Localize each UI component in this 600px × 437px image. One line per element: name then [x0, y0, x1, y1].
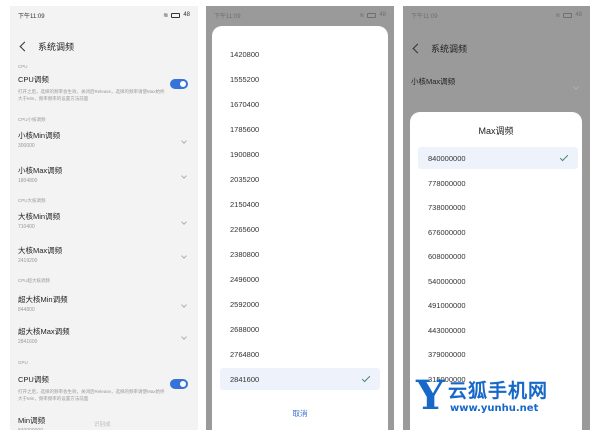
frequency-option[interactable]: 2150400 [230, 200, 259, 209]
gpu-toggle-title: CPU调频 [18, 375, 49, 384]
section-cpu: CPU [18, 64, 28, 69]
super-min-value: 844800 [18, 307, 35, 313]
bottom-hint: 识别成 [94, 422, 111, 428]
frequency-option[interactable]: 1900800 [230, 150, 259, 159]
frequency-option[interactable]: 608000000 [428, 252, 466, 261]
gpu-min-value: 840000000 [18, 428, 190, 430]
cpu-toggle-desc: 打开之后，选择的频率会生效，关闭后Release，选择的频率请使Max始终大于M… [18, 89, 165, 101]
settings-screen: 下午11:09 ≋ 48 系统调频 CPU CPU调频 打开之后，选择的频率会生效… [10, 6, 198, 430]
cancel-button[interactable]: 取消 [212, 408, 388, 419]
gpu-toggle-switch[interactable] [170, 379, 188, 389]
big-max-row[interactable]: 大核Max调频 2419200 [18, 245, 190, 264]
frequency-option[interactable]: 1670400 [230, 100, 259, 109]
back-arrow-icon[interactable] [412, 43, 423, 53]
cpu-toggle-switch[interactable] [170, 79, 188, 89]
super-max-value: 2841600 [18, 339, 38, 345]
back-arrow-icon[interactable] [19, 41, 30, 51]
site-watermark: Y 云狐手机网 www.yunhu.net [416, 372, 594, 426]
watermark-logo-letter: Y [416, 372, 445, 419]
frequency-option[interactable]: 443000000 [428, 326, 466, 335]
battery-icon [171, 12, 181, 18]
battery-level: 48 [575, 12, 582, 18]
section-super-core: CPU超大核调频 [18, 278, 51, 283]
frequency-option[interactable]: 2592000 [230, 300, 259, 309]
cpu-toggle-row[interactable]: CPU调频 打开之后，选择的频率会生效，关闭后Release，选择的频率请使Ma… [18, 74, 190, 102]
status-bar: 下午11:09 ≋ 48 [403, 6, 590, 24]
frequency-option[interactable]: 2035200 [230, 175, 259, 184]
page-header: 系统调频 [403, 36, 590, 60]
frequency-option[interactable]: 2380800 [230, 250, 259, 259]
frequency-option[interactable]: 2496000 [230, 275, 259, 284]
wifi-icon: ≋ [359, 12, 365, 19]
cpu-toggle-title: CPU调频 [18, 75, 49, 84]
page-title: 系统调频 [38, 41, 75, 52]
status-time: 下午11:09 [214, 13, 241, 20]
big-max-value: 2419200 [18, 258, 38, 264]
frequency-option[interactable]: 1785600 [230, 125, 259, 134]
super-min-title: 超大核Min调频 [18, 295, 68, 304]
frequency-option[interactable]: 540000000 [428, 277, 466, 286]
frequency-option[interactable]: 2764800 [230, 350, 259, 359]
battery-icon [367, 12, 377, 18]
super-min-row[interactable]: 超大核Min调频 844800 [18, 294, 190, 313]
small-min-value: 300000 [18, 143, 35, 149]
frequency-option[interactable]: 1555200 [230, 75, 259, 84]
super-max-title: 超大核Max调频 [18, 327, 70, 336]
status-bar: 下午11:09 ≋ 48 [206, 6, 394, 24]
dialog-title: Max调频 [478, 126, 514, 136]
small-max-title: 小核Max调频 [18, 166, 63, 175]
super-max-row[interactable]: 超大核Max调频 2841600 [18, 326, 190, 345]
wifi-icon: ≋ [163, 12, 169, 19]
watermark-brand: 云狐手机网 [448, 381, 549, 402]
frequency-dialog: 1420800 1555200 1670400 1785600 1900800 20352… [212, 26, 388, 430]
watermark-url: www.yunhu.net [450, 403, 539, 414]
frequency-option[interactable]: 778000000 [428, 179, 466, 188]
frequency-option[interactable]: 676000000 [428, 228, 466, 237]
big-max-title: 大核Max调频 [18, 246, 63, 255]
frequency-option[interactable]: 1420800 [230, 50, 259, 59]
wifi-icon: ≋ [555, 12, 561, 19]
frequency-option[interactable]: 840000000 [428, 154, 466, 163]
max-frequency-screen: 下午11:09 ≋ 48 系统调频 小核Max调频 1804800 Max调频 8… [403, 6, 590, 430]
small-min-row[interactable]: 小核Min调频 300000 [18, 130, 190, 149]
frequency-option[interactable]: 491000000 [428, 301, 466, 310]
small-max-row[interactable]: 小核Max调频 1804800 [18, 165, 190, 184]
frequency-option[interactable]: 2265600 [230, 225, 259, 234]
status-time: 下午11:09 [411, 13, 438, 20]
page-header: 系统调频 [10, 34, 198, 58]
small-max-value: 1804800 [411, 89, 431, 95]
gpu-toggle-row[interactable]: CPU调频 打开之后，选择的频率会生效，关闭后Release，选择的频率请使Ma… [18, 374, 190, 402]
big-min-value: 710400 [18, 224, 35, 230]
frequency-picker-screen: 下午11:09 ≋ 48 1420800 1555200 1670400 1785600… [206, 6, 394, 430]
status-time: 下午11:09 [18, 13, 45, 20]
small-max-title: 小核Max调频 [411, 77, 456, 86]
frequency-option[interactable]: 738000000 [428, 203, 466, 212]
frequency-option[interactable]: 379000000 [428, 350, 466, 359]
section-small-core: CPU小核调频 [18, 117, 46, 122]
battery-icon [563, 12, 573, 18]
gpu-toggle-desc: 打开之后，选择的频率会生效，关闭后Release，选择的频率请使Max始终大于M… [18, 389, 165, 401]
page-title: 系统调频 [431, 43, 468, 54]
frequency-option[interactable]: 2841600 [230, 375, 259, 384]
big-min-row[interactable]: 大核Min调频 710400 [18, 211, 190, 230]
frequency-option[interactable]: 2688000 [230, 325, 259, 334]
battery-level: 48 [379, 12, 386, 18]
status-bar: 下午11:09 ≋ 48 [10, 6, 198, 24]
small-max-row[interactable]: 小核Max调频 1804800 [411, 76, 582, 95]
section-big-core: CPU大核调频 [18, 198, 46, 203]
battery-level: 48 [183, 12, 190, 18]
small-max-value: 1804800 [18, 178, 38, 184]
small-min-title: 小核Min调频 [18, 131, 61, 140]
section-gpu: GPU [18, 360, 28, 365]
big-min-title: 大核Min调频 [18, 212, 61, 221]
